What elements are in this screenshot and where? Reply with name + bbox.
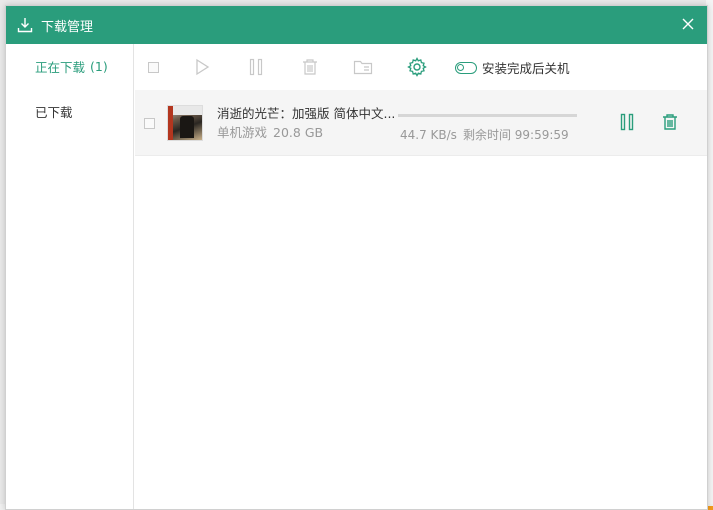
- download-size: 20.8 GB: [273, 125, 324, 140]
- settings-button[interactable]: [406, 56, 428, 78]
- download-status: 44.7 KB/s 剩余时间 99:59:59: [400, 126, 569, 143]
- toggle-switch[interactable]: [455, 61, 477, 74]
- sidebar-item-downloading[interactable]: 正在下载 (1): [6, 44, 133, 89]
- open-folder-button[interactable]: [352, 56, 374, 78]
- delete-all-button[interactable]: [299, 56, 321, 78]
- play-icon: [196, 58, 210, 76]
- sidebar-item-count: (1): [90, 59, 108, 74]
- titlebar: 下载管理: [6, 6, 707, 44]
- delete-button[interactable]: [660, 112, 680, 132]
- window-title: 下载管理: [41, 19, 94, 35]
- trash-icon: [663, 114, 677, 130]
- toggle-label: 安装完成后关机: [482, 61, 570, 76]
- dialog-body: 正在下载 (1) 已下载 安装完成后关机 消逝的光芒：加强版 简体中文... 单…: [6, 44, 707, 509]
- start-button[interactable]: [191, 56, 213, 78]
- download-category: 单机游戏: [217, 125, 268, 140]
- shutdown-after-install-toggle[interactable]: 安装完成后关机: [455, 58, 570, 77]
- sidebar-item-downloaded[interactable]: 已下载: [6, 89, 133, 134]
- time-remaining: 剩余时间 99:59:59: [462, 128, 569, 142]
- progress-bar: [398, 114, 577, 117]
- row-checkbox[interactable]: [144, 118, 155, 129]
- download-name: 消逝的光芒：加强版 简体中文...: [217, 106, 396, 121]
- download-speed: 44.7 KB/s: [400, 128, 457, 142]
- trash-icon: [303, 59, 317, 75]
- sidebar-item-label: 正在下载: [35, 60, 86, 75]
- pause-button[interactable]: [617, 112, 637, 132]
- close-button[interactable]: [678, 14, 698, 34]
- folder-icon: [353, 60, 373, 75]
- pause-all-button[interactable]: [245, 56, 267, 78]
- download-icon: [17, 17, 33, 33]
- select-all-checkbox[interactable]: [142, 56, 164, 78]
- download-manager-dialog: 下载管理 正在下载 (1) 已下载 安装完成后关机 消逝的光芒：加强版 简体中文…: [5, 5, 708, 510]
- pause-icon: [620, 113, 634, 131]
- download-row[interactable]: 消逝的光芒：加强版 简体中文... 单机游戏 20.8 GB 44.7 KB/s 剩…: [135, 90, 707, 156]
- main-panel: 安装完成后关机 消逝的光芒：加强版 简体中文... 单机游戏 20.8 GB 44…: [135, 44, 707, 509]
- sidebar: 正在下载 (1) 已下载: [6, 44, 134, 509]
- pause-icon: [249, 58, 263, 76]
- sidebar-item-label: 已下载: [35, 105, 73, 120]
- toolbar: 安装完成后关机: [135, 44, 707, 89]
- close-icon: [682, 18, 694, 30]
- gear-icon: [407, 57, 427, 77]
- download-meta: 单机游戏 20.8 GB: [217, 122, 323, 141]
- game-thumbnail: [167, 105, 203, 141]
